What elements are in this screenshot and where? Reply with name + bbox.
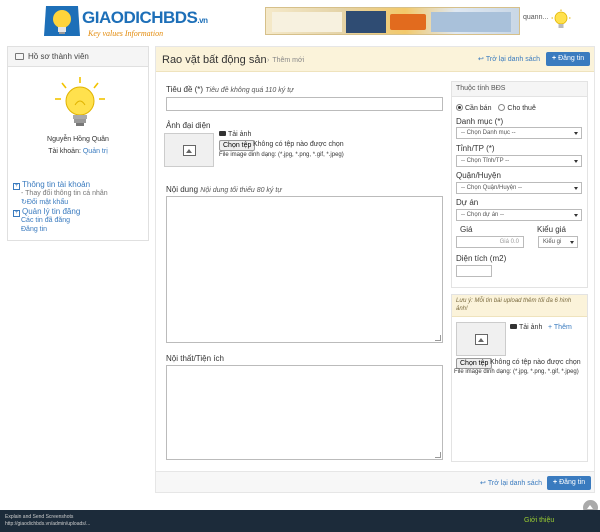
site-logo[interactable]: GIAODICHBDS.vn Key values Information [42, 4, 208, 38]
upload-image-link[interactable]: Tải ảnh [219, 131, 251, 138]
footer-text: Explain and Send Screenshots [5, 514, 74, 520]
listing-type-radios: Cần bán Cho thuê [456, 104, 536, 112]
gallery-file-status: Không có tệp nào được chọn [490, 359, 581, 366]
form-header: Rao vặt bất động sản › Thêm mới ↩ Trở lại … [156, 47, 594, 72]
interior-label: Nội thất/Tiện ích [166, 354, 224, 363]
chevron-down-icon [574, 132, 578, 135]
file-format-hint: File image dinh dạng: (*.jpg, *.png, *.g… [219, 152, 344, 158]
content-label: Nội dung Nội dung tối thiểu 80 ký tự [166, 185, 282, 194]
project-label: Dự án [456, 198, 479, 207]
price-type-label: Kiểu giá [537, 225, 566, 234]
choose-file-button[interactable]: Chọn tệp [219, 140, 256, 151]
project-select[interactable]: -- Chọn dự án -- [456, 209, 582, 221]
radio-checked-icon [456, 104, 463, 111]
header-username[interactable]: quann... [523, 14, 548, 21]
logo-tagline: Key values Information [88, 29, 164, 38]
city-label: Tỉnh/TP (*) [456, 144, 495, 153]
image-preview [164, 133, 214, 167]
chevron-down-icon [570, 241, 574, 244]
camera-icon [219, 131, 226, 136]
menu-group-posts[interactable]: + Quản lý tin đăng [13, 207, 108, 217]
category-select[interactable]: -- Chọn Danh mục -- [456, 127, 582, 139]
category-label: Danh mục (*) [456, 117, 504, 126]
district-select[interactable]: -- Chọn Quận/Huyện -- [456, 182, 582, 194]
gallery-upload-link[interactable]: Tải ảnh [510, 324, 542, 331]
chevron-down-icon [574, 160, 578, 163]
image-placeholder-icon [475, 334, 488, 345]
menu-group-account[interactable]: + Thông tin tài khoản [13, 180, 108, 190]
post-button-bottom[interactable]: + Đăng tin [547, 476, 592, 490]
menu-item-edit-profile[interactable]: - Thay đổi thông tin cá nhân [13, 190, 108, 199]
title-input[interactable] [166, 97, 443, 111]
image-placeholder-icon [183, 145, 196, 156]
radio-sell[interactable]: Cần bán [456, 104, 491, 112]
upload-limit-note: Lưu ý: Mỗi tin bài upload thêm tối đa 6 … [452, 295, 587, 317]
site-header: GIAODICHBDS.vn Key values Information qu… [0, 0, 600, 40]
file-status: Không có tệp nào được chọn [253, 141, 344, 148]
image-label: Ảnh đại diện [166, 121, 211, 130]
site-footer: Explain and Send Screenshots http://giao… [0, 510, 600, 532]
profile-panel-header: Hồ sơ thành viên [8, 47, 148, 67]
form-footer: ↩ Trở lại danh sách + Đăng tin [156, 471, 594, 492]
district-label: Quận/Huyện [456, 171, 501, 180]
title-label: Tiêu đề (*) Tiêu đề không quá 110 ký tự [166, 85, 294, 94]
price-label: Giá [460, 225, 473, 234]
gallery-image-preview [456, 322, 506, 356]
logo-bulb-icon [44, 6, 80, 36]
price-input[interactable]: Giá 0.0 [456, 236, 524, 248]
footer-url: http://giaodichbds.vn/admin/uploads/... [5, 521, 91, 527]
area-label: Diện tích (m2) [456, 254, 507, 263]
area-input[interactable] [456, 265, 492, 277]
content-textarea[interactable] [166, 196, 443, 343]
plus-icon: + [553, 479, 558, 486]
page-title: Rao vặt bất động sản [162, 54, 267, 66]
radio-rent[interactable]: Cho thuê [498, 104, 536, 112]
chevron-down-icon [574, 214, 578, 217]
breadcrumb: › Thêm mới [267, 57, 305, 64]
price-type-select[interactable]: Kiểu gi [538, 236, 578, 248]
account-info: Tài khoản: Quản trị [48, 148, 108, 155]
camera-icon [510, 324, 517, 329]
account-role-link[interactable]: Quản trị [83, 148, 108, 155]
member-name: Nguyễn Hồng Quân [47, 136, 109, 143]
avatar [55, 77, 105, 126]
gallery-upload-panel: Lưu ý: Mỗi tin bài upload thêm tối đa 6 … [451, 294, 588, 462]
plus-icon: + [552, 55, 557, 62]
member-menu: + Thông tin tài khoản - Thay đổi thông ti… [13, 180, 108, 234]
user-bulb-icon [551, 9, 571, 28]
expand-icon: + [13, 183, 20, 190]
menu-item-new-post[interactable]: Đăng tin [13, 226, 108, 235]
expand-icon: + [13, 210, 20, 217]
back-arrow-icon: ↩ [478, 56, 484, 63]
menu-item-change-password[interactable]: ↻Đổi mật khẩu [13, 199, 108, 208]
property-panel-header: Thuộc tính BĐS [452, 82, 587, 97]
gallery-file-format-hint: File image dinh dạng: (*.jpg, *.png, *.g… [454, 369, 579, 375]
interior-textarea[interactable] [166, 365, 443, 460]
footer-about-link[interactable]: Giới thiệu [524, 517, 554, 524]
back-to-list-button[interactable]: ↩ Trở lại danh sách [478, 55, 540, 63]
gallery-choose-file-button[interactable]: Chọn tệp [456, 358, 493, 369]
menu-item-my-posts[interactable]: Các tin đã đăng [13, 217, 108, 226]
back-arrow-icon: ↩ [480, 480, 486, 487]
post-button[interactable]: + Đăng tin [546, 52, 591, 66]
folder-icon [15, 53, 24, 60]
property-panel: Thuộc tính BĐS Cần bán Cho thuê Danh mục… [451, 81, 588, 288]
radio-unchecked-icon [498, 104, 506, 111]
logo-text: GIAODICHBDS.vn [82, 8, 208, 27]
add-image-link[interactable]: + Thêm [548, 324, 572, 331]
city-select[interactable]: -- Chọn Tỉnh/TP -- [456, 155, 582, 167]
chevron-down-icon [574, 187, 578, 190]
back-to-list-button-bottom[interactable]: ↩ Trở lại danh sách [480, 479, 542, 487]
header-banner-ad[interactable] [265, 7, 520, 35]
